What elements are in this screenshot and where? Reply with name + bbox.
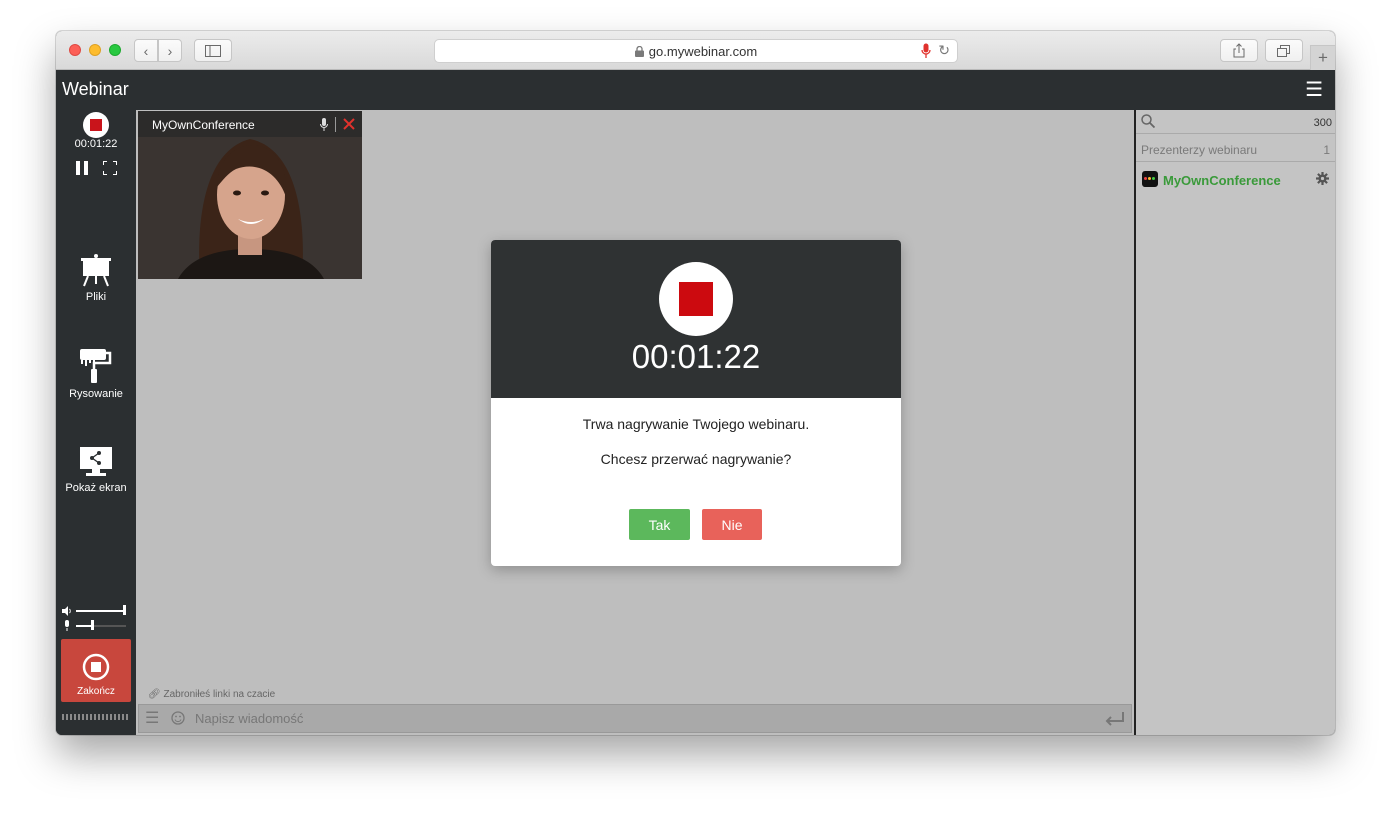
mic-volume-level <box>76 625 92 627</box>
microphone-icon[interactable] <box>921 43 931 59</box>
no-button[interactable]: Nie <box>702 509 762 540</box>
emoji-icon[interactable] <box>171 711 185 725</box>
dialog-timer: 00:01:22 <box>631 338 761 375</box>
chat-menu-icon[interactable]: ☰ <box>145 708 159 728</box>
video-header: MyOwnConference <box>138 111 362 137</box>
microphone-icon <box>65 620 69 631</box>
pause-icon[interactable] <box>76 161 88 175</box>
speaker-volume-handle[interactable] <box>123 605 126 615</box>
browser-toolbar: ‹ › go.mywebinar.com ↻ + <box>56 31 1335 70</box>
search-icon <box>1141 114 1155 128</box>
sidebar-item-drawing[interactable]: Rysowanie <box>56 348 136 400</box>
sidebar-item-files[interactable]: Pliki <box>56 253 136 303</box>
chat-notice-text: Zabroniłeś linki na czacie <box>163 689 276 700</box>
gear-icon[interactable] <box>1316 172 1329 185</box>
tabs-overview-button[interactable] <box>1265 39 1303 62</box>
presenter-avatar-icon <box>1142 171 1158 187</box>
close-icon[interactable] <box>343 118 355 130</box>
sidebar-item-label: Rysowanie <box>69 388 123 400</box>
fullscreen-icon[interactable] <box>103 161 117 175</box>
url-text: go.mywebinar.com <box>648 43 758 59</box>
divider <box>335 117 336 132</box>
section-count: 1 <box>1323 143 1330 157</box>
stop-icon <box>90 119 102 131</box>
mic-volume-handle[interactable] <box>91 620 94 630</box>
participant-count: 300 <box>1313 117 1332 129</box>
chat-input[interactable]: Napisz wiadomość <box>195 711 303 726</box>
stop-recording-dialog: 00:01:22 Trwa nagrywanie Twojego webinar… <box>491 240 901 566</box>
dialog-header: 00:01:22 <box>491 240 901 398</box>
yes-button[interactable]: Tak <box>629 509 690 540</box>
enter-send-icon[interactable] <box>1105 712 1125 726</box>
end-webinar-button[interactable]: Zakończ <box>61 639 131 702</box>
microphone-icon[interactable] <box>320 118 328 131</box>
minimize-window-button[interactable] <box>89 44 101 56</box>
participants-panel: 300 Prezenterzy webinaru 1 MyOwnConferen… <box>1134 110 1335 735</box>
presentation-board-icon <box>81 254 111 287</box>
share-icon <box>1233 43 1245 58</box>
hamburger-menu-icon[interactable]: ☰ <box>1305 80 1323 100</box>
dialog-question: Chcesz przerwać nagrywanie? <box>600 451 792 467</box>
presenters-section: Prezenterzy webinaru 1 <box>1136 134 1335 162</box>
recording-indicator <box>659 262 733 336</box>
close-window-button[interactable] <box>69 44 81 56</box>
left-sidebar: 00:01:22 Pliki Rysowanie Pokaż ekran Zak… <box>56 110 136 735</box>
presenter-name: MyOwnConference <box>1163 173 1281 188</box>
speaker-volume-slider[interactable] <box>76 610 126 612</box>
chevron-left-icon: ‹ <box>143 42 149 59</box>
lock-icon <box>634 45 644 57</box>
link-icon: 🔗︎ <box>148 689 161 700</box>
sidebar-toggle-button[interactable] <box>194 39 232 62</box>
share-button[interactable] <box>1220 39 1258 62</box>
presenter-list-item[interactable]: MyOwnConference <box>1136 168 1335 194</box>
audio-level-meter <box>62 714 130 720</box>
end-label: Zakończ <box>77 686 115 697</box>
presenter-name: MyOwnConference <box>152 118 255 132</box>
chat-links-notice: 🔗︎ Zabroniłeś linki na czacie <box>148 689 275 700</box>
section-label: Prezenterzy webinaru <box>1141 143 1258 157</box>
presenter-video: MyOwnConference <box>138 111 362 279</box>
sidebar-icon <box>205 44 221 57</box>
paint-roller-icon <box>80 349 112 383</box>
stop-circle-icon <box>82 653 110 681</box>
recording-timer: 00:01:22 <box>74 138 118 150</box>
tabs-icon <box>1277 44 1290 57</box>
zoom-window-button[interactable] <box>109 44 121 56</box>
app-title: Webinar <box>62 79 129 99</box>
back-button[interactable]: ‹ <box>134 39 158 62</box>
reload-icon[interactable]: ↻ <box>938 42 950 59</box>
app-header: Webinar ☰ <box>56 70 1335 110</box>
dialog-message: Trwa nagrywanie Twojego webinaru. <box>582 416 810 432</box>
new-tab-button[interactable]: + <box>1310 45 1335 70</box>
plus-icon: + <box>1318 48 1328 67</box>
chevron-right-icon: › <box>167 42 173 59</box>
screen-share-icon <box>80 447 112 476</box>
sidebar-item-share-screen[interactable]: Pokaż ekran <box>56 446 136 494</box>
record-stop-button[interactable] <box>83 112 109 138</box>
forward-button[interactable]: › <box>158 39 182 62</box>
speaker-icon <box>62 606 71 616</box>
stop-icon <box>679 282 713 316</box>
address-bar[interactable]: go.mywebinar.com ↻ <box>434 39 958 63</box>
chat-input-bar: ☰ Napisz wiadomość <box>138 704 1132 733</box>
sidebar-item-label: Pliki <box>85 291 107 303</box>
participants-search[interactable]: 300 <box>1136 110 1335 134</box>
browser-window: ‹ › go.mywebinar.com ↻ + Webinar ☰ 00:01… <box>56 31 1335 735</box>
sidebar-item-label: Pokaż ekran <box>65 482 127 494</box>
main-stage: MyOwnConference 00:01:22 Trwa nagrywanie… <box>136 110 1134 735</box>
